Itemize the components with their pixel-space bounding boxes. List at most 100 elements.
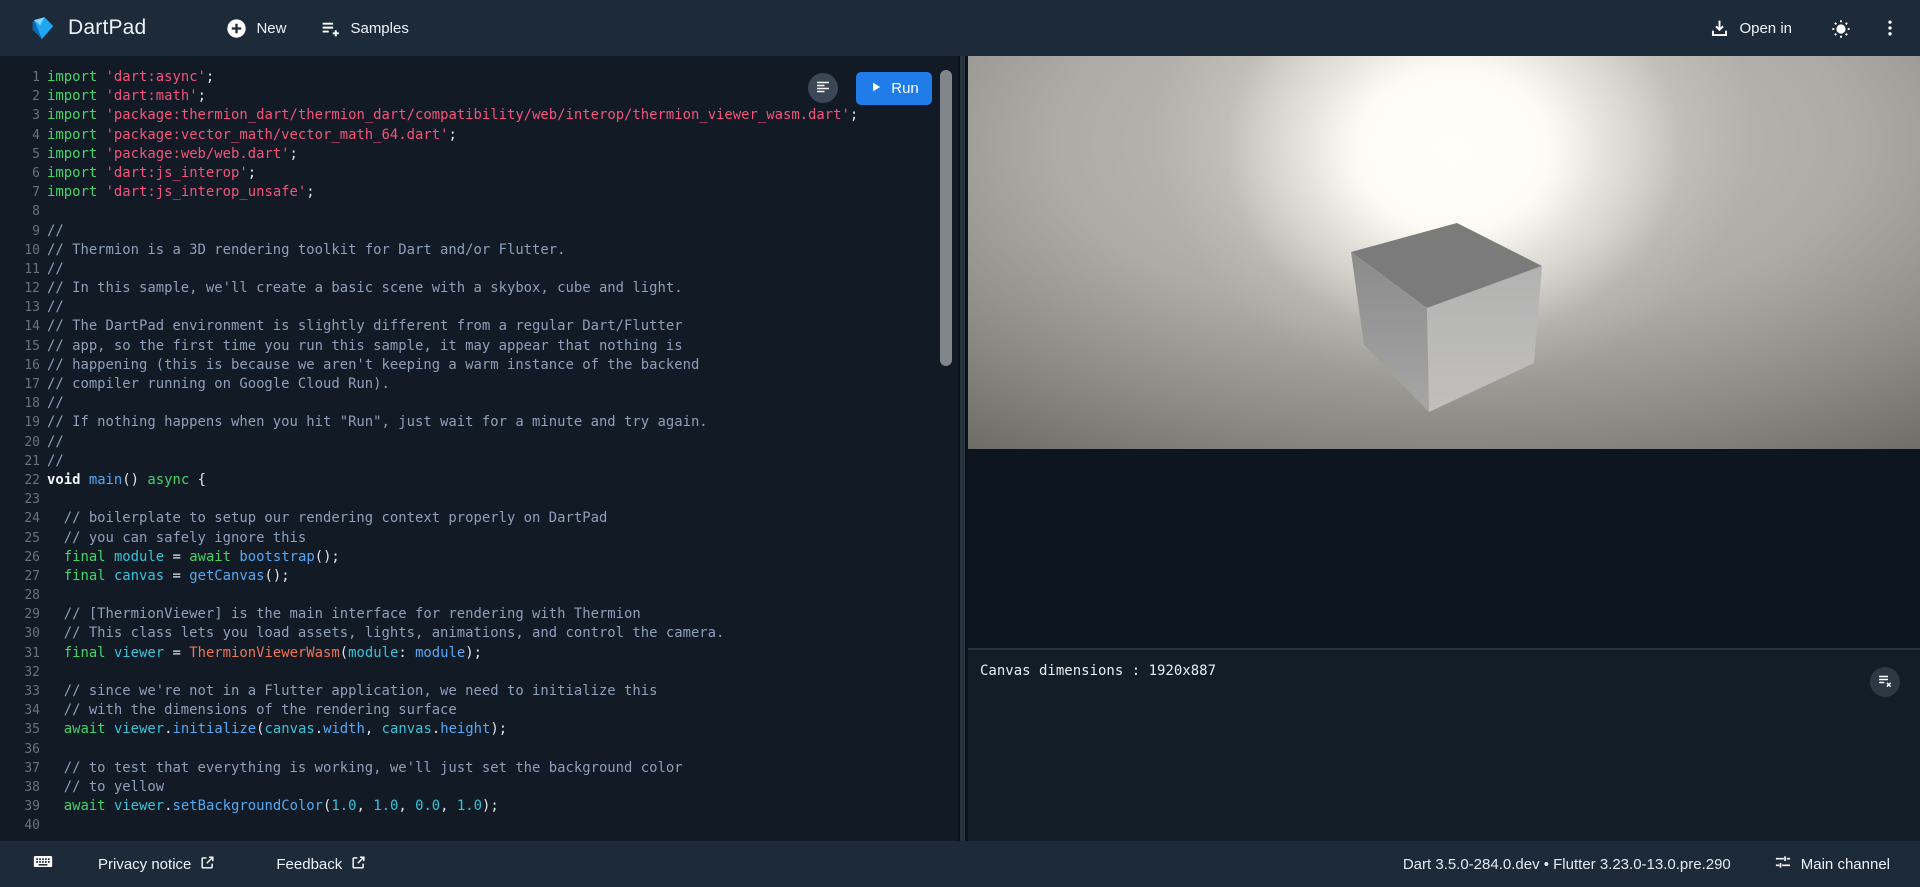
code-line[interactable]: 11//	[0, 260, 958, 279]
code-line-text: // If nothing happens when you hit "Run"…	[47, 413, 708, 432]
code-line[interactable]: 12// In this sample, we'll create a basi…	[0, 279, 958, 298]
keyboard-icon	[32, 851, 54, 877]
code-line[interactable]: 25 // you can safely ignore this	[0, 529, 958, 548]
code-line-text: // boilerplate to setup our rendering co…	[47, 509, 607, 528]
line-number: 39	[0, 797, 40, 816]
code-line[interactable]: 6import 'dart:js_interop';	[0, 164, 958, 183]
line-number: 13	[0, 298, 40, 317]
channel-label: Main channel	[1801, 856, 1890, 873]
open-in-button[interactable]: Open in	[1709, 18, 1792, 39]
code-line[interactable]: 5import 'package:web/web.dart';	[0, 145, 958, 164]
code-line-text: // In this sample, we'll create a basic …	[47, 279, 683, 298]
new-button[interactable]: New	[226, 18, 286, 39]
render-viewport-canvas	[968, 56, 1920, 449]
code-line[interactable]: 21//	[0, 452, 958, 471]
code-line[interactable]: 23	[0, 490, 958, 509]
format-align-icon	[814, 78, 832, 99]
code-line[interactable]: 4import 'package:vector_math/vector_math…	[0, 126, 958, 145]
code-line[interactable]: 31 final viewer = ThermionViewerWasm(mod…	[0, 644, 958, 663]
code-line-text: // you can safely ignore this	[47, 529, 306, 548]
code-line-text: final canvas = getCanvas();	[47, 567, 290, 586]
channel-selector-button[interactable]: Main channel	[1773, 852, 1890, 876]
code-line[interactable]: 29 // [ThermionViewer] is the main inter…	[0, 605, 958, 624]
code-line[interactable]: 17// compiler running on Google Cloud Ru…	[0, 375, 958, 394]
right-pane: Canvas dimensions : 1920x887	[968, 56, 1920, 841]
code-line[interactable]: 33 // since we're not in a Flutter appli…	[0, 682, 958, 701]
code-line-text: // since we're not in a Flutter applicat…	[47, 682, 658, 701]
main-split: 1import 'dart:async';2import 'dart:math'…	[0, 56, 1920, 841]
code-line-text: import 'dart:async';	[47, 68, 214, 87]
code-line-text: import 'package:web/web.dart';	[47, 145, 298, 164]
clear-console-button[interactable]	[1870, 667, 1900, 697]
code-line[interactable]: 14 // The DartPad environment is slightly…	[0, 317, 958, 336]
code-line[interactable]: 19// If nothing happens when you hit "Ru…	[0, 413, 958, 432]
code-line-text: import 'dart:js_interop_unsafe';	[47, 183, 315, 202]
code-line[interactable]: 22 void main() async {	[0, 471, 958, 490]
samples-button[interactable]: Samples	[320, 18, 408, 39]
privacy-notice-label: Privacy notice	[98, 856, 191, 873]
code-editor-pane[interactable]: 1import 'dart:async';2import 'dart:math'…	[0, 56, 958, 841]
code-line[interactable]: 28	[0, 586, 958, 605]
dartpad-logo-icon	[28, 14, 56, 42]
code-line[interactable]: 37 // to test that everything is working…	[0, 759, 958, 778]
code-line[interactable]: 36	[0, 740, 958, 759]
new-button-label: New	[256, 20, 286, 37]
bottom-bar: Privacy notice Feedback Dart 3.5.0-284.0…	[0, 841, 1920, 887]
code-line-text: // This class lets you load assets, ligh…	[47, 624, 724, 643]
code-line[interactable]: 13//	[0, 298, 958, 317]
run-button-label: Run	[891, 80, 919, 97]
line-number: 17	[0, 375, 40, 394]
code-line-text: import 'dart:js_interop';	[47, 164, 256, 183]
code-line[interactable]: 18//	[0, 394, 958, 413]
console-output: Canvas dimensions : 1920x887	[980, 662, 1216, 680]
code-line[interactable]: 10// Thermion is a 3D rendering toolkit …	[0, 241, 958, 260]
line-number: 29	[0, 605, 40, 624]
code-line[interactable]: 30 // This class lets you load assets, l…	[0, 624, 958, 643]
code-line[interactable]: 16// happening (this is because we aren'…	[0, 356, 958, 375]
code-line[interactable]: 34 // with the dimensions of the renderi…	[0, 701, 958, 720]
code-line-text: // app, so the first time you run this s…	[47, 337, 683, 356]
external-link-icon	[350, 854, 367, 875]
format-button[interactable]	[808, 73, 838, 103]
code-line[interactable]: 7import 'dart:js_interop_unsafe';	[0, 183, 958, 202]
code-line[interactable]: 40	[0, 816, 958, 835]
code-line[interactable]: 24 // boilerplate to setup our rendering…	[0, 509, 958, 528]
line-number: 11	[0, 260, 40, 279]
code-line-text: // with the dimensions of the rendering …	[47, 701, 457, 720]
hide-keyboard-button[interactable]	[32, 851, 54, 877]
line-number: 33	[0, 682, 40, 701]
tune-icon	[1773, 852, 1793, 876]
download-icon	[1709, 18, 1730, 39]
line-number: 22	[0, 471, 40, 490]
code-lines[interactable]: 1import 'dart:async';2import 'dart:math'…	[0, 56, 958, 836]
console-panel: Canvas dimensions : 1920x887	[968, 650, 1920, 841]
overflow-menu-button[interactable]	[1879, 18, 1900, 39]
code-line-text: await viewer.setBackgroundColor(1.0, 1.0…	[47, 797, 499, 816]
code-line[interactable]: 3import 'package:thermion_dart/thermion_…	[0, 106, 958, 125]
code-line-text: final module = await bootstrap();	[47, 548, 340, 567]
plus-circle-icon	[226, 18, 247, 39]
feedback-link[interactable]: Feedback	[276, 854, 367, 875]
run-button[interactable]: Run	[856, 72, 932, 105]
code-line-text: // The DartPad environment is slightly d…	[47, 317, 683, 336]
vertical-splitter[interactable]	[958, 56, 968, 841]
line-number: 14	[0, 317, 40, 336]
code-line[interactable]: 38 // to yellow	[0, 778, 958, 797]
code-line[interactable]: 26 final module = await bootstrap();	[0, 548, 958, 567]
code-line[interactable]: 27 final canvas = getCanvas();	[0, 567, 958, 586]
code-line[interactable]: 32	[0, 663, 958, 682]
editor-scrollbar-thumb[interactable]	[940, 70, 952, 366]
line-number: 1	[0, 68, 40, 87]
code-line-text: void main() async {	[47, 471, 206, 490]
line-number: 27	[0, 567, 40, 586]
code-line[interactable]: 39 await viewer.setBackgroundColor(1.0, …	[0, 797, 958, 816]
code-line[interactable]: 15// app, so the first time you run this…	[0, 337, 958, 356]
playlist-add-icon	[320, 18, 341, 39]
code-line[interactable]: 8	[0, 202, 958, 221]
code-line[interactable]: 35 await viewer.initialize(canvas.width,…	[0, 720, 958, 739]
line-number: 26	[0, 548, 40, 567]
privacy-notice-link[interactable]: Privacy notice	[98, 854, 216, 875]
code-line[interactable]: 9//	[0, 222, 958, 241]
code-line[interactable]: 20//	[0, 433, 958, 452]
brightness-toggle-button[interactable]	[1830, 18, 1851, 39]
